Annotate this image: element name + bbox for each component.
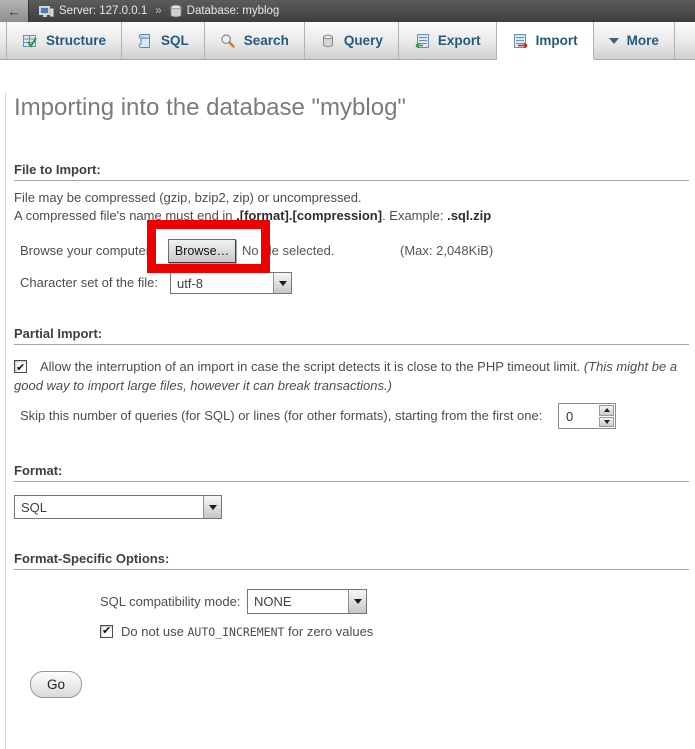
tab-sql[interactable]: SQL [122, 22, 205, 59]
up-arrow-icon [604, 408, 610, 412]
auto-increment-row: Do not use AUTO_INCREMENT for zero value… [100, 623, 691, 639]
sql-icon [137, 33, 153, 49]
tab-label: More [627, 33, 659, 48]
back-arrow-icon: ← [8, 4, 21, 19]
sql-compatibility-value: NONE [248, 590, 348, 613]
tab-structure[interactable]: Structure [6, 22, 122, 59]
filename-format-text: .[format].[compression] [236, 208, 382, 223]
database-icon [170, 4, 182, 18]
query-icon [320, 33, 336, 49]
chevron-down-icon [609, 38, 619, 44]
tab-import[interactable]: Import [497, 22, 594, 59]
no-file-selected-text: No file selected. [242, 238, 335, 264]
breadcrumb-separator: » [155, 5, 161, 17]
tab-search[interactable]: Search [205, 22, 305, 59]
file-import-description: File may be compressed (gzip, bzip2, zip… [14, 189, 691, 225]
filename-rule-text: A compressed file's name must end in [14, 208, 236, 223]
breadcrumb-server[interactable]: Server: 127.0.0.1 [59, 5, 147, 17]
dropdown-arrow-icon[interactable] [203, 496, 221, 518]
sql-compatibility-label: SQL compatibility mode: [100, 589, 240, 614]
breadcrumb-bar: ← Server: 127.0.0.1 » Database: myblog [0, 0, 695, 22]
sql-compatibility-select[interactable]: NONE [247, 589, 367, 614]
import-icon [512, 33, 528, 49]
auto-increment-suffix: for zero values [284, 624, 373, 639]
go-button[interactable]: Go [30, 671, 82, 698]
tab-label: Search [244, 33, 289, 48]
format-select[interactable]: SQL [14, 495, 222, 519]
back-button[interactable]: ← [0, 0, 29, 22]
tab-label: Structure [46, 33, 106, 48]
section-heading-format: Format: [14, 463, 689, 482]
tab-export[interactable]: Export [399, 22, 497, 59]
main-content: Importing into the database "myblog" Fil… [5, 93, 695, 749]
tab-label: Import [536, 33, 578, 48]
breadcrumb-database[interactable]: Database: myblog [187, 5, 280, 17]
filename-example-value: .sql.zip [447, 208, 491, 223]
section-heading-partial-import: Partial Import: [14, 326, 689, 345]
section-heading-file-to-import: File to Import: [14, 162, 689, 181]
down-arrow-icon [604, 420, 610, 424]
browse-label: Browse your computer: [20, 238, 154, 264]
auto-increment-label: Do not use AUTO_INCREMENT for zero value… [121, 624, 373, 639]
skip-queries-stepper[interactable]: 0 [558, 403, 616, 429]
export-icon [414, 33, 430, 49]
search-icon [220, 33, 236, 49]
dropdown-arrow-icon[interactable] [273, 273, 291, 293]
auto-increment-checkbox[interactable] [100, 625, 113, 638]
skip-queries-row: Skip this number of queries (for SQL) or… [14, 403, 691, 429]
stepper-down-button[interactable] [599, 417, 614, 428]
tab-query[interactable]: Query [305, 22, 399, 59]
skip-queries-label: Skip this number of queries (for SQL) or… [20, 403, 542, 429]
allow-interruption-checkbox[interactable] [14, 360, 27, 373]
format-row: SQL [14, 495, 691, 519]
allow-interruption-row: Allow the interruption of an import in c… [14, 357, 691, 395]
server-icon [39, 5, 54, 18]
section-heading-format-specific: Format-Specific Options: [14, 551, 689, 570]
auto-increment-code: AUTO_INCREMENT [188, 625, 285, 639]
skip-queries-value: 0 [559, 404, 598, 428]
format-selected-value: SQL [15, 496, 203, 518]
tab-bar: Structure SQL Search Query [0, 22, 695, 60]
auto-increment-prefix: Do not use [121, 624, 188, 639]
allow-interruption-text: Allow the interruption of an import in c… [40, 359, 584, 374]
browse-button[interactable]: Browse… [168, 239, 236, 263]
max-upload-size: (Max: 2,048KiB) [400, 238, 493, 264]
tab-label: SQL [161, 33, 189, 48]
tab-label: Export [438, 33, 481, 48]
tab-label: Query [344, 33, 383, 48]
tab-more[interactable]: More [594, 22, 675, 59]
structure-icon [22, 33, 38, 49]
breadcrumb: Server: 127.0.0.1 » Database: myblog [39, 4, 279, 18]
charset-selected-value: utf-8 [171, 273, 273, 293]
page-title: Importing into the database "myblog" [14, 93, 691, 122]
sql-compatibility-row: SQL compatibility mode: NONE [14, 589, 691, 614]
compress-info-line: File may be compressed (gzip, bzip2, zip… [14, 190, 362, 205]
stepper-up-button[interactable] [599, 405, 614, 416]
dropdown-arrow-icon[interactable] [348, 590, 366, 613]
browse-row: Browse your computer: Browse… No file se… [14, 238, 691, 264]
filename-example-label: . Example: [382, 208, 447, 223]
charset-select[interactable]: utf-8 [170, 272, 292, 294]
charset-label: Character set of the file: [20, 272, 158, 294]
charset-row: Character set of the file: utf-8 [14, 272, 691, 294]
